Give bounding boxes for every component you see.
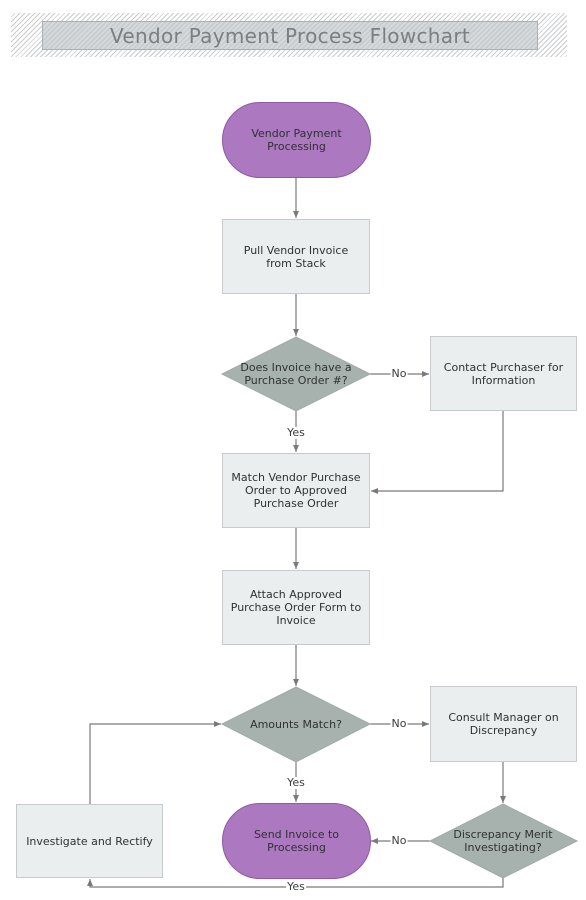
- process-pull-invoice[interactable]: Pull Vendor Invoice from Stack: [222, 219, 370, 294]
- edge-contact-to-match: [371, 411, 504, 494]
- process-match-po-label: Match Vendor Purchase Order to Approved …: [231, 471, 361, 510]
- terminal-start[interactable]: Vendor Payment Processing: [222, 102, 371, 178]
- edge-label-merit-no: No: [390, 834, 408, 847]
- process-investigate-label: Investigate and Rectify: [26, 834, 153, 848]
- terminal-send-invoice-label: Send Invoice to Processing: [253, 828, 340, 854]
- process-investigate[interactable]: Investigate and Rectify: [16, 804, 163, 878]
- process-contact-purchaser-label: Contact Purchaser for Information: [443, 360, 564, 387]
- terminal-start-label: Vendor Payment Processing: [251, 127, 342, 153]
- decision-discrepancy-merit-label: Discrepancy Merit Investigating?: [453, 828, 553, 854]
- process-attach-po[interactable]: Attach Approved Purchase Order Form to I…: [222, 570, 370, 645]
- process-attach-po-label: Attach Approved Purchase Order Form to I…: [230, 588, 362, 627]
- process-pull-invoice-label: Pull Vendor Invoice from Stack: [243, 243, 349, 270]
- edge-label-merit-yes: Yes: [286, 880, 306, 893]
- edge-label-has-po-yes: Yes: [286, 426, 306, 439]
- process-consult-manager-label: Consult Manager on Discrepancy: [448, 711, 559, 737]
- edge-investigate-to-amounts: [89, 721, 221, 804]
- process-match-po[interactable]: Match Vendor Purchase Order to Approved …: [222, 453, 370, 528]
- terminal-send-invoice[interactable]: Send Invoice to Processing: [222, 803, 371, 879]
- edge-label-amounts-yes: Yes: [286, 776, 306, 789]
- edge-label-has-po-no: No: [390, 367, 408, 380]
- edge-label-amounts-no: No: [390, 717, 408, 730]
- process-consult-manager[interactable]: Consult Manager on Discrepancy: [430, 686, 577, 762]
- decision-amounts-match-label: Amounts Match?: [250, 717, 342, 731]
- process-contact-purchaser[interactable]: Contact Purchaser for Information: [430, 336, 577, 411]
- decision-has-po-label: Does Invoice have a Purchase Order #?: [240, 361, 352, 387]
